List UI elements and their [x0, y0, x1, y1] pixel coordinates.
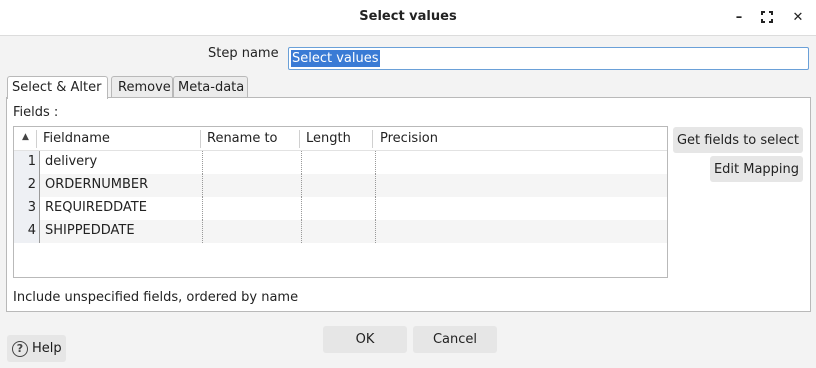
- maximize-button[interactable]: [757, 7, 777, 27]
- cell-fieldname[interactable]: delivery: [45, 154, 97, 169]
- row-number: 3: [14, 197, 39, 220]
- tab-remove[interactable]: Remove: [111, 76, 173, 98]
- row-divider: [39, 197, 40, 220]
- minimize-button[interactable]: –: [729, 7, 749, 27]
- fields-table[interactable]: ▲ Fieldname Rename to Length Precision 1…: [13, 126, 668, 278]
- include-unspecified-label[interactable]: Include unspecified fields, ordered by n…: [13, 290, 298, 305]
- fields-label: Fields :: [13, 105, 59, 120]
- step-name-input[interactable]: Select values: [288, 47, 809, 70]
- minimize-icon: –: [735, 9, 743, 25]
- step-name-label: Step name: [208, 46, 279, 61]
- tab-meta-data[interactable]: Meta-data: [173, 76, 248, 98]
- row-number: 2: [14, 174, 39, 197]
- cell-fieldname[interactable]: ORDERNUMBER: [45, 177, 148, 192]
- table-row[interactable]: 4 SHIPPEDDATE: [14, 220, 667, 243]
- column-divider: [301, 220, 302, 243]
- cancel-button[interactable]: Cancel: [413, 326, 497, 353]
- column-divider: [301, 174, 302, 197]
- close-icon: ✕: [792, 9, 804, 25]
- cell-fieldname[interactable]: REQUIREDDATE: [45, 200, 147, 215]
- row-divider: [39, 220, 40, 243]
- table-header: ▲ Fieldname Rename to Length Precision: [14, 127, 667, 151]
- maximize-icon: [761, 11, 773, 23]
- table-row[interactable]: 3 REQUIREDDATE: [14, 197, 667, 220]
- column-divider: [301, 197, 302, 220]
- column-header-precision[interactable]: Precision: [380, 131, 438, 146]
- sort-ascending-icon[interactable]: ▲: [22, 132, 29, 142]
- help-button[interactable]: ? Help: [7, 335, 66, 362]
- row-number: 4: [14, 220, 39, 243]
- column-divider: [375, 174, 376, 197]
- column-divider: [202, 197, 203, 220]
- row-divider: [39, 174, 40, 197]
- close-button[interactable]: ✕: [788, 7, 808, 27]
- column-separator: [299, 130, 300, 148]
- column-separator: [372, 130, 373, 148]
- column-header-fieldname[interactable]: Fieldname: [43, 131, 110, 146]
- edit-mapping-button[interactable]: Edit Mapping: [710, 156, 803, 182]
- help-label: Help: [32, 341, 62, 356]
- column-separator: [36, 130, 37, 148]
- get-fields-button[interactable]: Get fields to select: [673, 127, 803, 153]
- column-divider: [202, 174, 203, 197]
- ok-button[interactable]: OK: [323, 326, 407, 353]
- help-icon: ?: [12, 340, 28, 357]
- column-divider: [202, 220, 203, 243]
- column-divider: [375, 220, 376, 243]
- window-title: Select values: [359, 9, 457, 24]
- table-row[interactable]: 1 delivery: [14, 151, 667, 174]
- cell-fieldname[interactable]: SHIPPEDDATE: [45, 223, 135, 238]
- step-name-value: Select values: [291, 50, 380, 67]
- column-divider: [301, 151, 302, 174]
- row-divider: [39, 151, 40, 174]
- table-row[interactable]: 2 ORDERNUMBER: [14, 174, 667, 197]
- column-divider: [202, 151, 203, 174]
- title-bar: Select values – ✕: [0, 0, 816, 35]
- column-divider: [375, 151, 376, 174]
- row-number: 1: [14, 151, 39, 174]
- column-header-length[interactable]: Length: [306, 131, 351, 146]
- column-separator: [200, 130, 201, 148]
- column-header-rename-to[interactable]: Rename to: [207, 131, 278, 146]
- tab-select-alter[interactable]: Select & Alter: [7, 76, 108, 99]
- column-divider: [375, 197, 376, 220]
